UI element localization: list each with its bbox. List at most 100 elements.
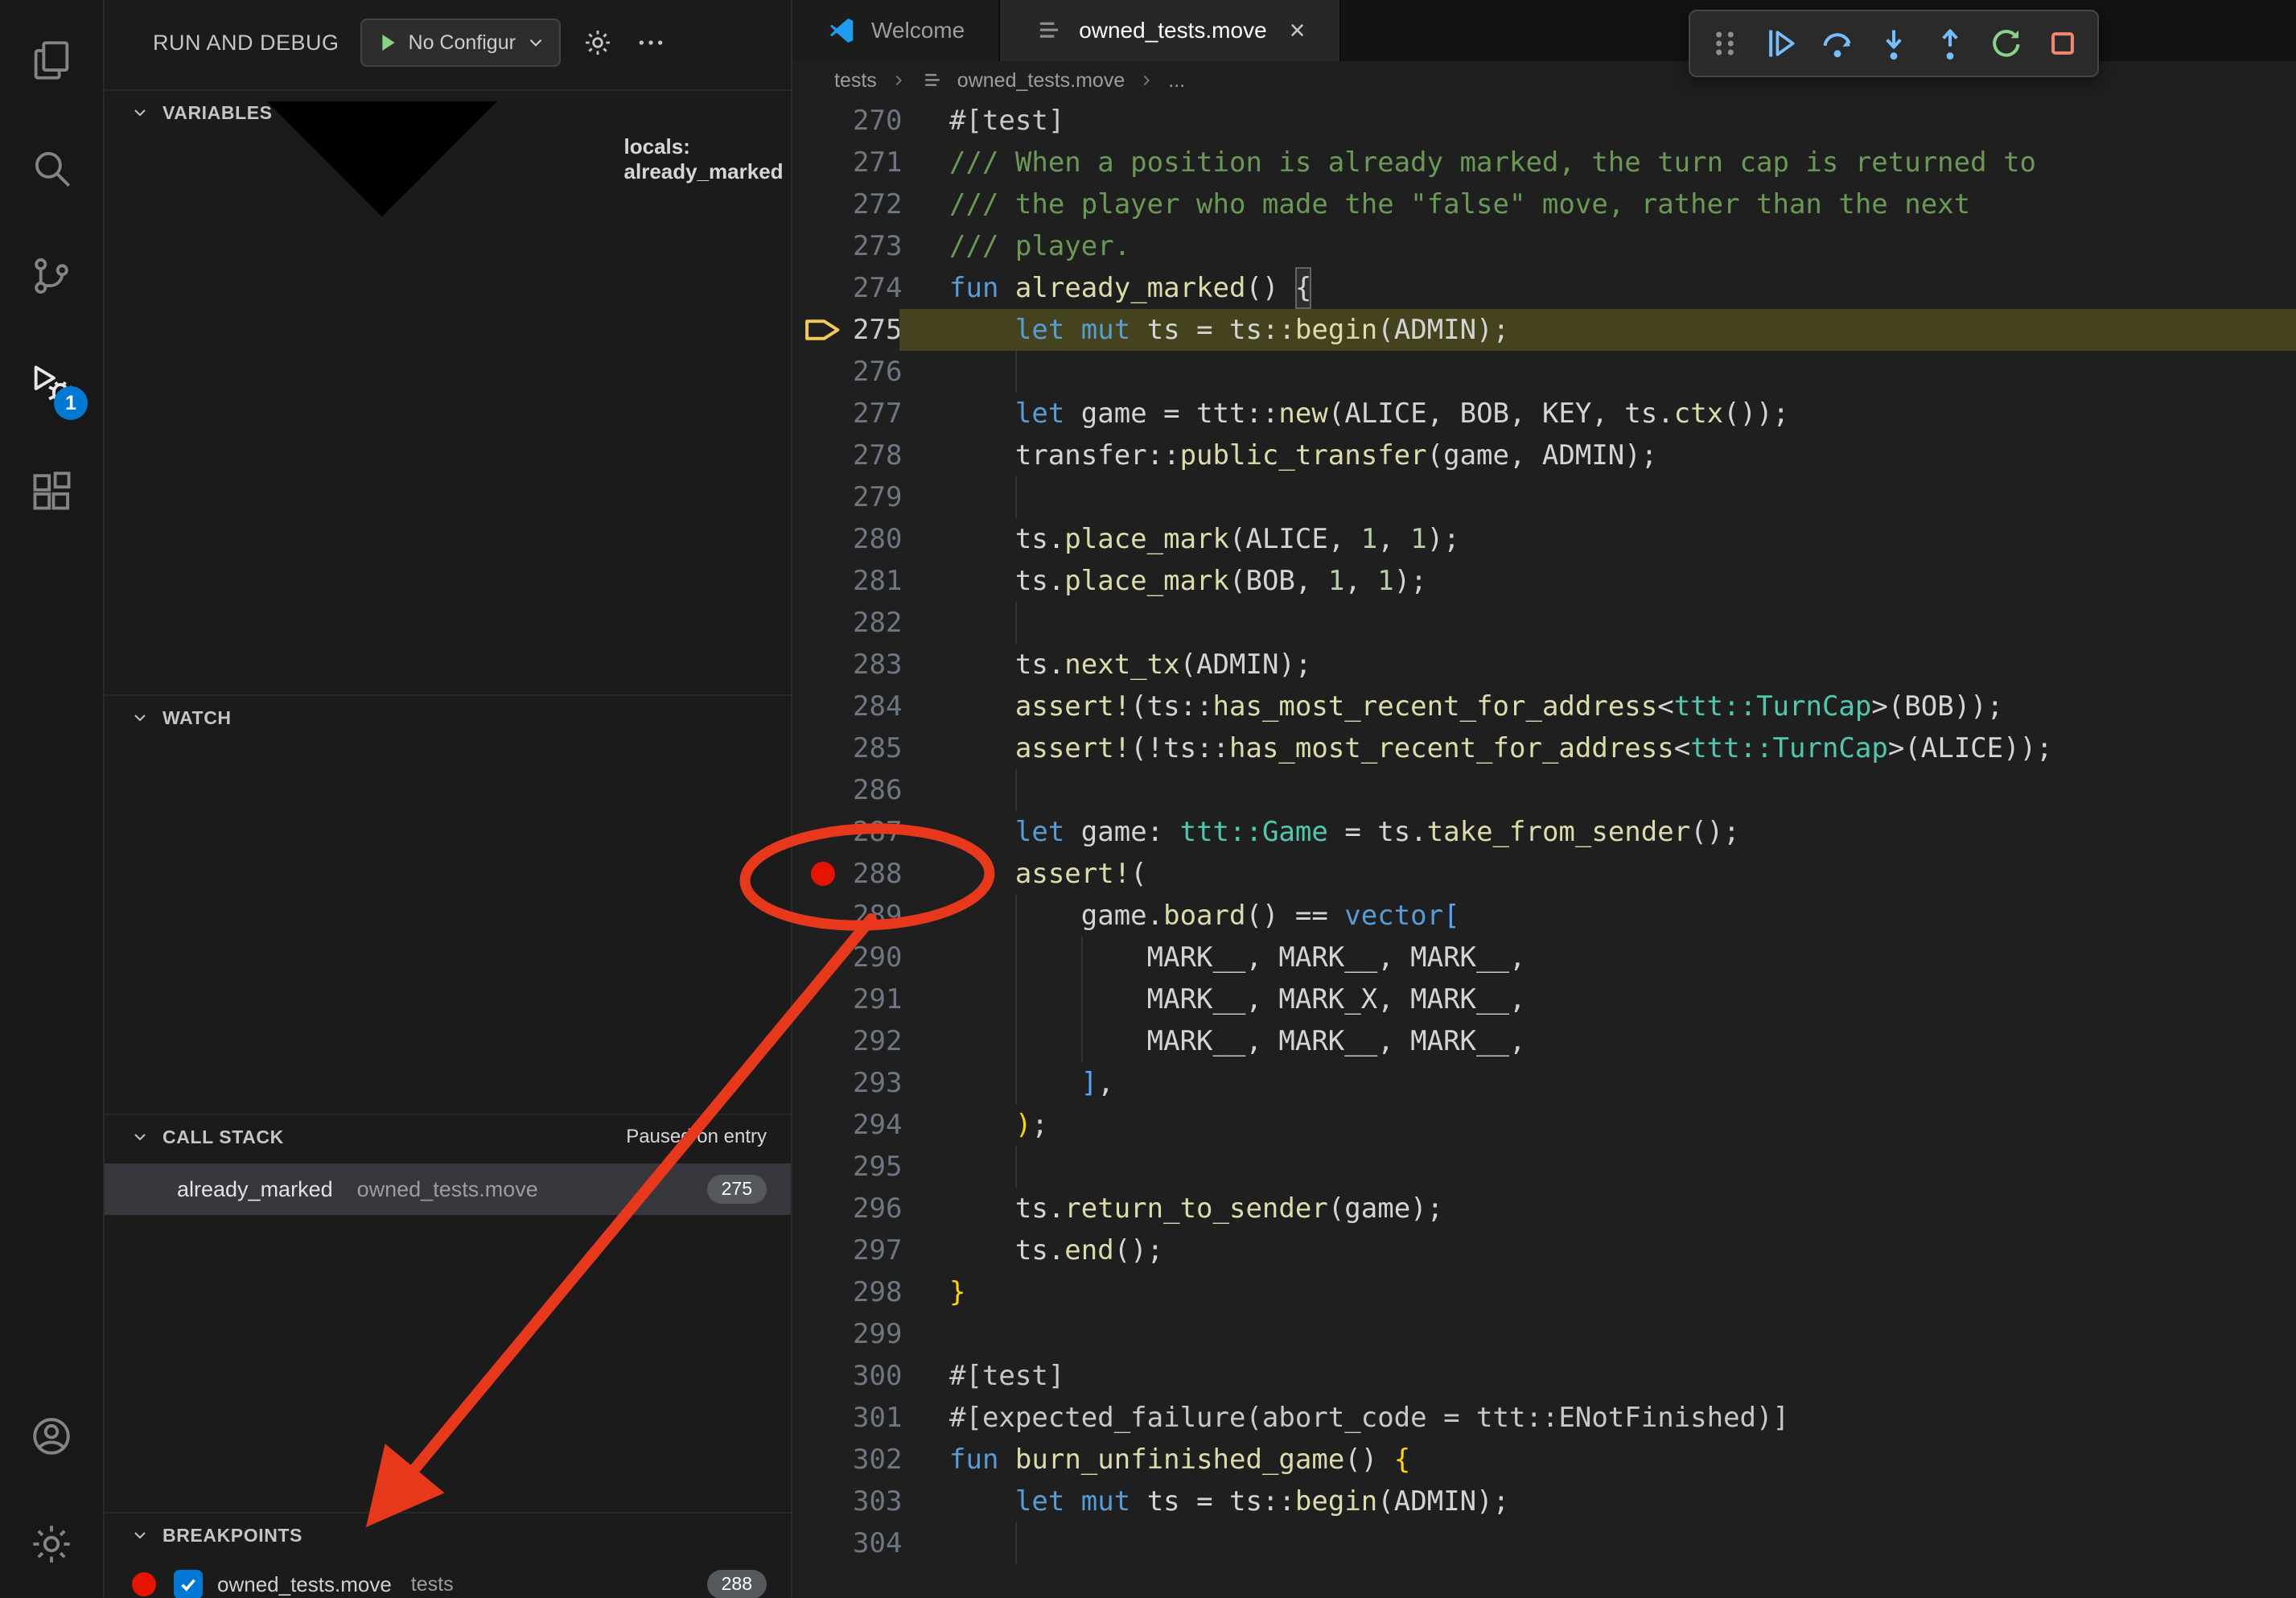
line-number[interactable]: 270 bbox=[853, 100, 899, 142]
code-line-content[interactable]: MARK__, MARK__, MARK__, bbox=[899, 1020, 2296, 1062]
gutter-glyph-margin[interactable] bbox=[792, 727, 853, 769]
code-line-content[interactable] bbox=[899, 1146, 2296, 1188]
code-line-content[interactable]: transfer::public_transfer(game, ADMIN); bbox=[899, 435, 2296, 476]
line-number[interactable]: 298 bbox=[853, 1271, 899, 1313]
code-line-content[interactable]: fun burn_unfinished_game() { bbox=[899, 1439, 2296, 1481]
code-line-content[interactable]: assert!(!ts::has_most_recent_for_address… bbox=[899, 727, 2296, 769]
line-number[interactable]: 300 bbox=[853, 1355, 899, 1397]
breakpoints-section-header[interactable]: BREAKPOINTS bbox=[105, 1512, 791, 1557]
line-number[interactable]: 304 bbox=[853, 1522, 899, 1564]
line-number[interactable]: 275 bbox=[853, 309, 899, 351]
gutter-glyph-margin[interactable] bbox=[792, 1397, 853, 1439]
line-number[interactable]: 282 bbox=[853, 602, 899, 644]
gutter-glyph-margin[interactable] bbox=[792, 1020, 853, 1062]
line-number[interactable]: 286 bbox=[853, 769, 899, 811]
code-line-content[interactable]: ts.end(); bbox=[899, 1229, 2296, 1271]
code-line-content[interactable] bbox=[899, 1313, 2296, 1355]
code-line-content[interactable]: #[test] bbox=[899, 100, 2296, 142]
code-line-content[interactable]: ); bbox=[899, 1104, 2296, 1146]
restart-icon[interactable] bbox=[1980, 17, 2033, 70]
line-number[interactable]: 276 bbox=[853, 351, 899, 393]
gutter-glyph-margin[interactable] bbox=[792, 769, 853, 811]
line-number[interactable]: 289 bbox=[853, 895, 899, 937]
explorer-icon[interactable] bbox=[0, 6, 104, 114]
gutter-glyph-margin[interactable] bbox=[792, 393, 853, 435]
code-line-content[interactable]: #[test] bbox=[899, 1355, 2296, 1397]
line-number[interactable]: 297 bbox=[853, 1229, 899, 1271]
gutter-glyph-margin[interactable] bbox=[792, 811, 853, 853]
line-number[interactable]: 277 bbox=[853, 393, 899, 435]
line-number[interactable]: 278 bbox=[853, 435, 899, 476]
line-number[interactable]: 285 bbox=[853, 727, 899, 769]
gutter-glyph-margin[interactable] bbox=[792, 225, 853, 267]
gutter-glyph-margin[interactable] bbox=[792, 978, 853, 1020]
line-number[interactable]: 293 bbox=[853, 1062, 899, 1104]
code-line-content[interactable]: fun already_marked() { bbox=[899, 267, 2296, 309]
line-number[interactable]: 288 bbox=[853, 853, 899, 895]
gutter-glyph-margin[interactable] bbox=[792, 644, 853, 686]
line-number[interactable]: 302 bbox=[853, 1439, 899, 1481]
gutter-glyph-margin[interactable] bbox=[792, 518, 853, 560]
gutter-glyph-margin[interactable] bbox=[792, 183, 853, 225]
breadcrumb-folder[interactable]: tests bbox=[834, 69, 877, 93]
gutter-glyph-margin[interactable] bbox=[792, 142, 853, 183]
gutter-glyph-margin[interactable] bbox=[792, 1062, 853, 1104]
step-out-icon[interactable] bbox=[1924, 17, 1977, 70]
line-number[interactable]: 273 bbox=[853, 225, 899, 267]
code-line-content[interactable] bbox=[899, 769, 2296, 811]
code-line-content[interactable]: ts.place_mark(ALICE, 1, 1); bbox=[899, 518, 2296, 560]
code-line-content[interactable]: MARK__, MARK__, MARK__, bbox=[899, 937, 2296, 978]
code-line-content[interactable]: assert!( bbox=[899, 853, 2296, 895]
run-and-debug-icon[interactable]: 1 bbox=[0, 330, 104, 438]
gutter-glyph-margin[interactable] bbox=[792, 560, 853, 602]
continue-icon[interactable] bbox=[1755, 17, 1808, 70]
breakpoint-checkbox[interactable] bbox=[174, 1570, 203, 1598]
gutter-glyph-margin[interactable] bbox=[792, 476, 853, 518]
line-number[interactable]: 284 bbox=[853, 686, 899, 727]
line-number[interactable]: 283 bbox=[853, 644, 899, 686]
code-line-content[interactable]: let mut ts = ts::begin(ADMIN); bbox=[899, 309, 2296, 351]
code-line-content[interactable]: MARK__, MARK_X, MARK__, bbox=[899, 978, 2296, 1020]
step-over-icon[interactable] bbox=[1811, 17, 1864, 70]
code-line-content[interactable]: } bbox=[899, 1271, 2296, 1313]
accounts-icon[interactable] bbox=[0, 1382, 104, 1490]
line-number[interactable]: 272 bbox=[853, 183, 899, 225]
gutter-glyph-margin[interactable] bbox=[792, 1229, 853, 1271]
breakpoint-list-row[interactable]: owned_tests.move tests 288 bbox=[105, 1561, 791, 1598]
code-editor[interactable]: 270#[test]271/// When a position is alre… bbox=[792, 100, 2296, 1598]
line-number[interactable]: 295 bbox=[853, 1146, 899, 1188]
line-number[interactable]: 274 bbox=[853, 267, 899, 309]
gutter-glyph-margin[interactable] bbox=[792, 1313, 853, 1355]
line-number[interactable]: 280 bbox=[853, 518, 899, 560]
code-line-content[interactable]: ts.next_tx(ADMIN); bbox=[899, 644, 2296, 686]
line-number[interactable]: 271 bbox=[853, 142, 899, 183]
source-control-icon[interactable] bbox=[0, 222, 104, 330]
gutter-glyph-margin[interactable] bbox=[792, 937, 853, 978]
code-line-content[interactable]: /// When a position is already marked, t… bbox=[899, 142, 2296, 183]
gutter-glyph-margin[interactable] bbox=[792, 1271, 853, 1313]
variables-scope-row[interactable]: locals: already_marked bbox=[105, 135, 791, 183]
gutter-glyph-margin[interactable] bbox=[792, 351, 853, 393]
gutter-glyph-margin[interactable] bbox=[792, 602, 853, 644]
code-line-content[interactable]: /// player. bbox=[899, 225, 2296, 267]
gutter-glyph-margin[interactable] bbox=[792, 1146, 853, 1188]
toolbar-drag-handle[interactable] bbox=[1698, 17, 1751, 70]
code-line-content[interactable] bbox=[899, 602, 2296, 644]
tab-owned-tests-move[interactable]: owned_tests.move × bbox=[1000, 0, 1340, 61]
code-line-content[interactable]: game.board() == vector[ bbox=[899, 895, 2296, 937]
line-number[interactable]: 301 bbox=[853, 1397, 899, 1439]
code-line-content[interactable]: ], bbox=[899, 1062, 2296, 1104]
code-line-content[interactable] bbox=[899, 476, 2296, 518]
gutter-glyph-margin[interactable] bbox=[792, 1355, 853, 1397]
stop-icon[interactable] bbox=[2036, 17, 2089, 70]
code-line-content[interactable]: let game: ttt::Game = ts.take_from_sende… bbox=[899, 811, 2296, 853]
step-into-icon[interactable] bbox=[1867, 17, 1920, 70]
breadcrumb-more[interactable]: ... bbox=[1168, 69, 1185, 93]
gutter-glyph-margin[interactable] bbox=[792, 686, 853, 727]
code-line-content[interactable] bbox=[899, 1522, 2296, 1564]
gutter-glyph-margin[interactable] bbox=[792, 267, 853, 309]
code-line-content[interactable]: #[expected_failure(abort_code = ttt::ENo… bbox=[899, 1397, 2296, 1439]
line-number[interactable]: 287 bbox=[853, 811, 899, 853]
line-number[interactable]: 290 bbox=[853, 937, 899, 978]
gutter-glyph-margin[interactable] bbox=[792, 1104, 853, 1146]
